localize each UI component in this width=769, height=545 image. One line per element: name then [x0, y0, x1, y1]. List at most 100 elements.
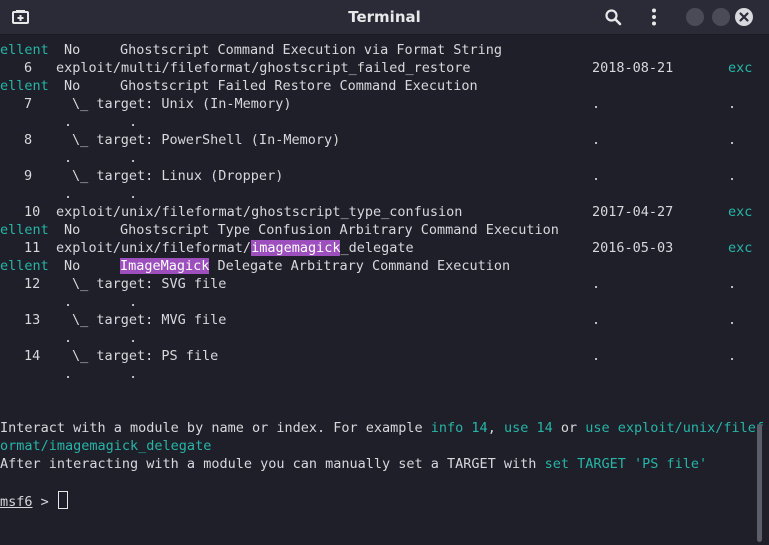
target-rank: . — [728, 132, 737, 148]
rank-continuation: ellent — [0, 42, 49, 58]
example-command: ormat/imagemagick_delegate — [0, 438, 212, 454]
search-icon[interactable] — [604, 8, 622, 26]
target-dots: . . — [64, 150, 138, 166]
target-index: 12 — [24, 276, 41, 292]
target-date: . — [592, 348, 601, 364]
module-row: 6 exploit/multi/fileformat/ghostscript_f… — [0, 59, 752, 77]
check-value: No — [64, 78, 81, 94]
check-value: No — [64, 258, 81, 274]
target-date: . — [592, 132, 601, 148]
help-text: Interact with a module by name or index.… — [0, 419, 764, 437]
example-command: use exploit/unix/filef — [585, 420, 765, 436]
example-command: set TARGET 'PS file' — [544, 456, 708, 472]
target-row: 8 \_ target: PowerShell (In-Memory) . . — [0, 131, 736, 149]
target-dots-row: . . — [0, 149, 137, 167]
module-desc-row: ellent No ImageMagick Delegate Arbitrary… — [0, 257, 510, 275]
module-path: exploit/unix/fileformat/imagemagick_dele… — [56, 239, 414, 257]
target-row: 7 \_ target: Unix (In-Memory) . . — [0, 95, 736, 113]
target-index: 7 — [24, 96, 33, 112]
target-date: . — [592, 276, 601, 292]
module-path-prefix: exploit/unix/fileformat/ — [56, 240, 252, 256]
help-text: After interacting with a module you can … — [0, 455, 707, 473]
prompt-name: msf6 — [0, 494, 33, 510]
target-date: . — [592, 168, 601, 184]
target-name: \_ target: Unix (In-Memory) — [72, 96, 292, 112]
maximize-button[interactable] — [712, 8, 730, 26]
disclosure-date: 2016-05-03 — [592, 240, 674, 256]
check-value: No — [64, 42, 81, 58]
title-bar: Terminal — [0, 0, 769, 35]
target-date: . — [592, 312, 601, 328]
target-dots: . . — [64, 186, 138, 202]
target-row: 14 \_ target: PS file . . — [0, 347, 736, 365]
close-icon — [739, 12, 749, 22]
module-path: exploit/unix/fileformat/ghostscript_type… — [56, 204, 463, 220]
search-match-highlight: imagemagick — [251, 240, 341, 256]
description-rest: Delegate Arbitrary Command Execution — [209, 258, 511, 274]
target-date: . — [592, 96, 601, 112]
close-button[interactable] — [735, 8, 753, 26]
module-description: ImageMagick Delegate Arbitrary Command E… — [120, 257, 510, 275]
target-row: 9 \_ target: Linux (Dropper) . . — [0, 167, 736, 185]
help-line: After interacting with a module you can … — [0, 455, 707, 473]
target-index: 14 — [24, 348, 41, 364]
target-name: \_ target: PowerShell (In-Memory) — [72, 132, 341, 148]
module-rank: exc — [728, 60, 753, 76]
target-dots-row: . . — [0, 293, 137, 311]
module-rank: exc — [728, 204, 753, 220]
module-desc-row: ellent No Ghostscript Type Confusion Arb… — [0, 221, 559, 239]
rank-continuation: ellent — [0, 258, 49, 274]
module-desc-row: ellent No Ghostscript Command Execution … — [0, 41, 502, 59]
target-dots-row: . . — [0, 113, 137, 131]
module-description: Ghostscript Type Confusion Arbitrary Com… — [120, 222, 559, 238]
module-path-suffix: _delegate — [340, 240, 414, 256]
target-name: \_ target: SVG file — [72, 276, 227, 292]
target-index: 9 — [24, 168, 33, 184]
help-line: ormat/imagemagick_delegate — [0, 437, 211, 455]
prompt-line[interactable]: msf6 > — [0, 491, 68, 510]
target-name: \_ target: MVG file — [72, 312, 227, 328]
prompt-symbol: > — [32, 494, 57, 510]
target-dots-row: . . — [0, 185, 137, 203]
target-dots: . . — [64, 330, 138, 346]
target-rank: . — [728, 96, 737, 112]
minimize-button[interactable] — [686, 8, 704, 26]
help-text-segment: or — [552, 420, 586, 436]
target-row: 13 \_ target: MVG file . . — [0, 311, 736, 329]
module-index: 11 — [24, 240, 41, 256]
target-rank: . — [728, 348, 737, 364]
scrollbar-thumb[interactable] — [757, 424, 762, 542]
text-cursor — [57, 491, 68, 509]
module-row: 11 exploit/unix/fileformat/imagemagick_d… — [0, 239, 752, 257]
terminal-output[interactable]: ellent No Ghostscript Command Execution … — [0, 35, 769, 542]
disclosure-date: 2018-08-21 — [592, 60, 674, 76]
target-name: \_ target: PS file — [72, 348, 219, 364]
example-command: use 14 — [503, 420, 553, 436]
module-path: exploit/multi/fileformat/ghostscript_fai… — [56, 60, 471, 76]
example-command: info 14 — [430, 420, 488, 436]
target-dots-row: . . — [0, 329, 137, 347]
help-text-segment: After interacting with a module you can … — [0, 456, 545, 472]
target-rank: . — [728, 312, 737, 328]
rank-continuation: ellent — [0, 222, 49, 238]
command-prompt[interactable]: msf6 > — [0, 491, 68, 511]
kebab-menu-icon[interactable] — [649, 8, 659, 26]
search-match-highlight: ImageMagick — [120, 258, 210, 274]
rank-continuation: ellent — [0, 78, 49, 94]
module-description: Ghostscript Command Execution via Format… — [120, 42, 503, 58]
target-dots: . . — [64, 366, 138, 382]
target-dots: . . — [64, 114, 138, 130]
help-line: Interact with a module by name or index.… — [0, 419, 764, 437]
target-name: \_ target: Linux (Dropper) — [72, 168, 284, 184]
module-index: 6 — [24, 60, 33, 76]
module-desc-row: ellent No Ghostscript Failed Restore Com… — [0, 77, 478, 95]
disclosure-date: 2017-04-27 — [592, 204, 674, 220]
module-description: Ghostscript Failed Restore Command Execu… — [120, 78, 478, 94]
module-row: 10 exploit/unix/fileformat/ghostscript_t… — [0, 203, 752, 221]
help-text-segment: , — [487, 420, 504, 436]
target-index: 8 — [24, 132, 33, 148]
check-value: No — [64, 222, 81, 238]
target-rank: . — [728, 168, 737, 184]
target-row: 12 \_ target: SVG file . . — [0, 275, 736, 293]
target-dots: . . — [64, 294, 138, 310]
